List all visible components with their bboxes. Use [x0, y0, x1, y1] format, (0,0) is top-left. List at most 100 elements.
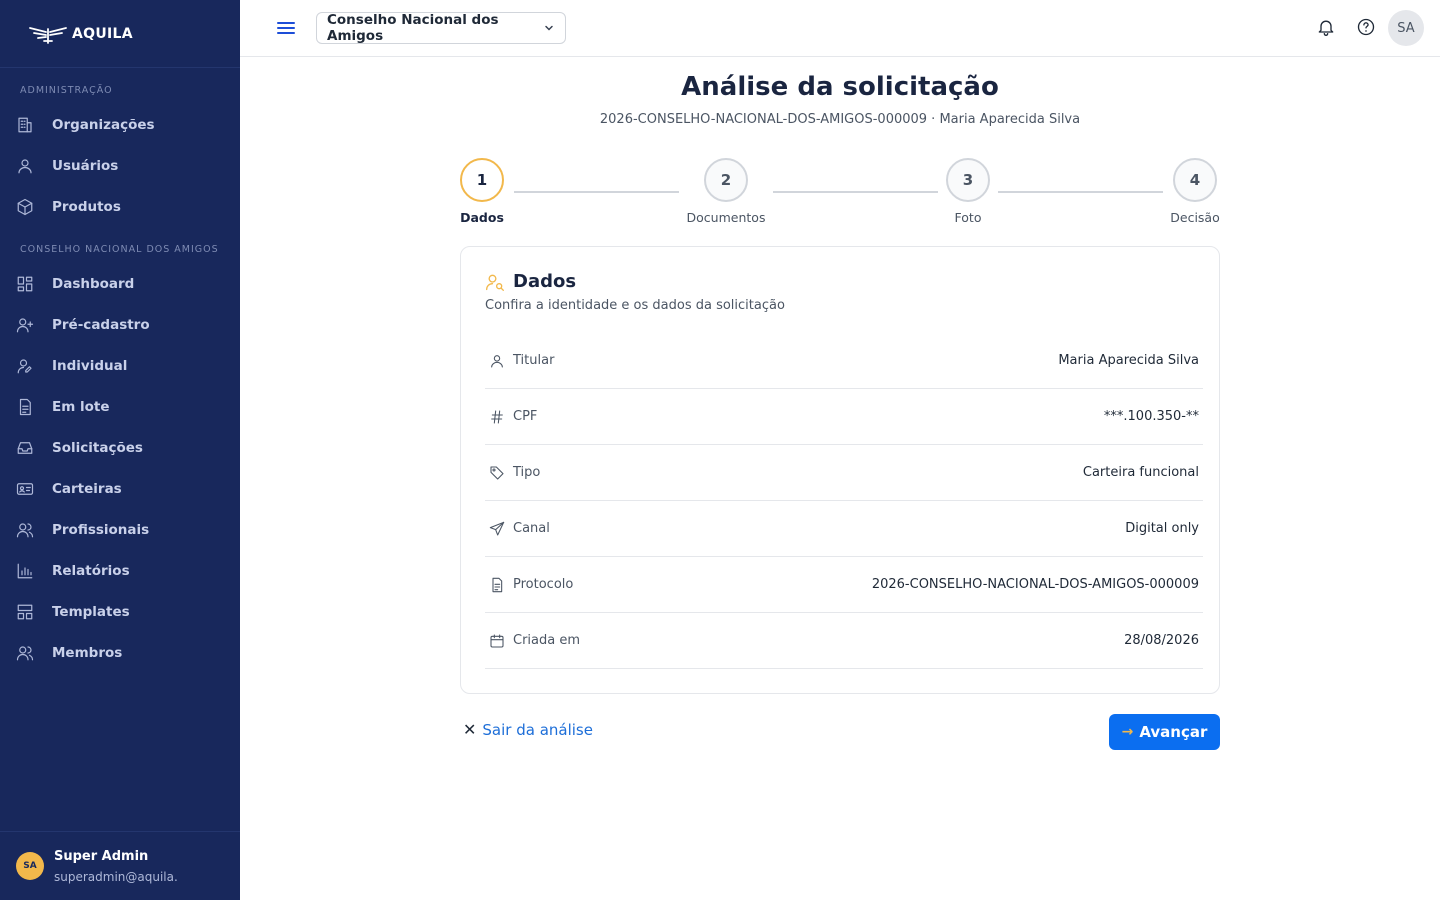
step-foto[interactable]: 3 Foto [946, 158, 990, 225]
sidebar-item-membros[interactable]: Membros [0, 632, 240, 673]
bell-icon[interactable] [1316, 17, 1336, 37]
exit-analysis-label: Sair da análise [482, 720, 593, 739]
step-label: Decisão [1170, 210, 1220, 225]
card-header: Dados [485, 271, 576, 292]
box-icon [16, 198, 34, 216]
detail-value: ***.100.350-** [1103, 409, 1199, 424]
detail-list: Titular Maria Aparecida Silva CPF ***.10… [485, 333, 1203, 669]
sidebar-item-usuarios[interactable]: Usuários [0, 145, 240, 186]
user-icon [16, 157, 34, 175]
sidebar-item-templates[interactable]: Templates [0, 591, 240, 632]
detail-label: Canal [513, 521, 550, 536]
menu-icon[interactable] [276, 18, 296, 38]
detail-label: Tipo [513, 465, 541, 480]
brand-name: AQUILA [72, 25, 133, 42]
sidebar: AQUILA ADMINISTRAÇÃO Organizações Usuári… [0, 0, 240, 900]
arrow-right-icon: → [1121, 724, 1134, 740]
step-decisao[interactable]: 4 Decisão [1170, 158, 1220, 225]
detail-value: Maria Aparecida Silva [1058, 353, 1199, 368]
sidebar-item-profissionais[interactable]: Profissionais [0, 509, 240, 550]
step-connector [514, 191, 679, 193]
bar-chart-icon [16, 562, 34, 580]
sidebar-item-solicitacoes[interactable]: Solicitações [0, 427, 240, 468]
next-button[interactable]: → Avançar [1109, 714, 1220, 750]
sidebar-item-label: Dashboard [52, 275, 135, 292]
sidebar-item-dashboard[interactable]: Dashboard [0, 263, 240, 304]
sidebar-item-label: Profissionais [52, 521, 150, 538]
page-subtitle: 2026-CONSELHO-NACIONAL-DOS-AMIGOS-000009… [599, 112, 1081, 127]
document-icon [489, 577, 505, 593]
step-dados[interactable]: 1 Dados [460, 158, 504, 225]
detail-label: Protocolo [513, 577, 574, 592]
step-number: 4 [1173, 158, 1217, 202]
sidebar-item-carteiras[interactable]: Carteiras [0, 468, 240, 509]
sidebar-item-individual[interactable]: Individual [0, 345, 240, 386]
sidebar-item-label: Individual [52, 357, 128, 374]
detail-label: Criada em [513, 633, 581, 648]
tag-icon [489, 465, 505, 481]
inbox-icon [16, 439, 34, 457]
user-edit-icon [16, 357, 34, 375]
user-icon [489, 353, 505, 369]
sidebar-item-label: Pré-cadastro [52, 316, 150, 333]
detail-value: Carteira funcional [1082, 465, 1199, 480]
sidebar-item-label: Organizações [52, 116, 155, 133]
step-number: 3 [946, 158, 990, 202]
org-nav: Dashboard Pré-cadastro Individual Em lot… [0, 263, 240, 673]
sidebar-item-label: Solicitações [52, 439, 143, 456]
sidebar-item-em-lote[interactable]: Em lote [0, 386, 240, 427]
send-icon [489, 521, 505, 537]
step-label: Foto [954, 210, 982, 225]
detail-value: 2026-CONSELHO-NACIONAL-DOS-AMIGOS-000009 [871, 577, 1199, 592]
organization-select[interactable]: Conselho Nacional dos Amigos [316, 12, 566, 44]
detail-label: Titular [513, 353, 555, 368]
user-email: superadmin@aquila. [54, 869, 178, 884]
user-plus-icon [16, 316, 34, 334]
detail-label: CPF [513, 409, 538, 424]
step-connector [998, 191, 1163, 193]
sidebar-item-label: Membros [52, 644, 123, 661]
section-label-admin: ADMINISTRAÇÃO [20, 85, 113, 96]
detail-row-tipo: Tipo Carteira funcional [485, 445, 1203, 501]
layout-icon [16, 603, 34, 621]
stepper: 1 Dados 2 Documentos 3 Foto 4 Decisão [460, 158, 1220, 228]
calendar-icon [489, 633, 505, 649]
exit-analysis-link[interactable]: ✕ Sair da análise [463, 720, 593, 739]
step-connector [773, 191, 938, 193]
card-subtitle: Confira a identidade e os dados da solic… [485, 298, 785, 313]
users-icon [16, 521, 34, 539]
detail-row-titular: Titular Maria Aparecida Silva [485, 333, 1203, 389]
sidebar-item-relatorios[interactable]: Relatórios [0, 550, 240, 591]
detail-value: 28/08/2026 [1124, 633, 1199, 648]
building-icon [16, 116, 34, 134]
sidebar-item-label: Carteiras [52, 480, 122, 497]
close-icon: ✕ [463, 720, 477, 739]
detail-row-protocolo: Protocolo 2026-CONSELHO-NACIONAL-DOS-AMI… [485, 557, 1203, 613]
hash-icon [489, 409, 505, 425]
id-card-icon [16, 480, 34, 498]
avatar[interactable]: SA [1388, 10, 1424, 46]
sidebar-item-produtos[interactable]: Produtos [0, 186, 240, 227]
next-button-label: Avançar [1139, 723, 1208, 741]
help-icon[interactable] [1356, 17, 1376, 37]
step-number: 2 [704, 158, 748, 202]
chevron-down-icon [543, 22, 555, 34]
user-profile[interactable]: SA Super Admin superadmin@aquila. [0, 831, 240, 900]
brand[interactable]: AQUILA [0, 0, 240, 68]
sidebar-item-label: Templates [52, 603, 130, 620]
sidebar-item-label: Relatórios [52, 562, 130, 579]
detail-row-criada-em: Criada em 28/08/2026 [485, 613, 1203, 669]
sidebar-item-pre-cadastro[interactable]: Pré-cadastro [0, 304, 240, 345]
sidebar-item-label: Em lote [52, 398, 110, 415]
step-documentos[interactable]: 2 Documentos [687, 158, 765, 225]
section-label-org: CONSELHO NACIONAL DOS AMIGOS [20, 244, 219, 255]
user-search-icon [485, 272, 505, 292]
sidebar-item-organizacoes[interactable]: Organizações [0, 104, 240, 145]
sidebar-item-label: Usuários [52, 157, 119, 174]
step-label: Dados [460, 210, 504, 225]
detail-row-canal: Canal Digital only [485, 501, 1203, 557]
dados-card: Dados Confira a identidade e os dados da… [460, 246, 1220, 694]
admin-nav: Organizações Usuários Produtos [0, 104, 240, 227]
file-list-icon [16, 398, 34, 416]
organization-select-value: Conselho Nacional dos Amigos [327, 12, 499, 44]
